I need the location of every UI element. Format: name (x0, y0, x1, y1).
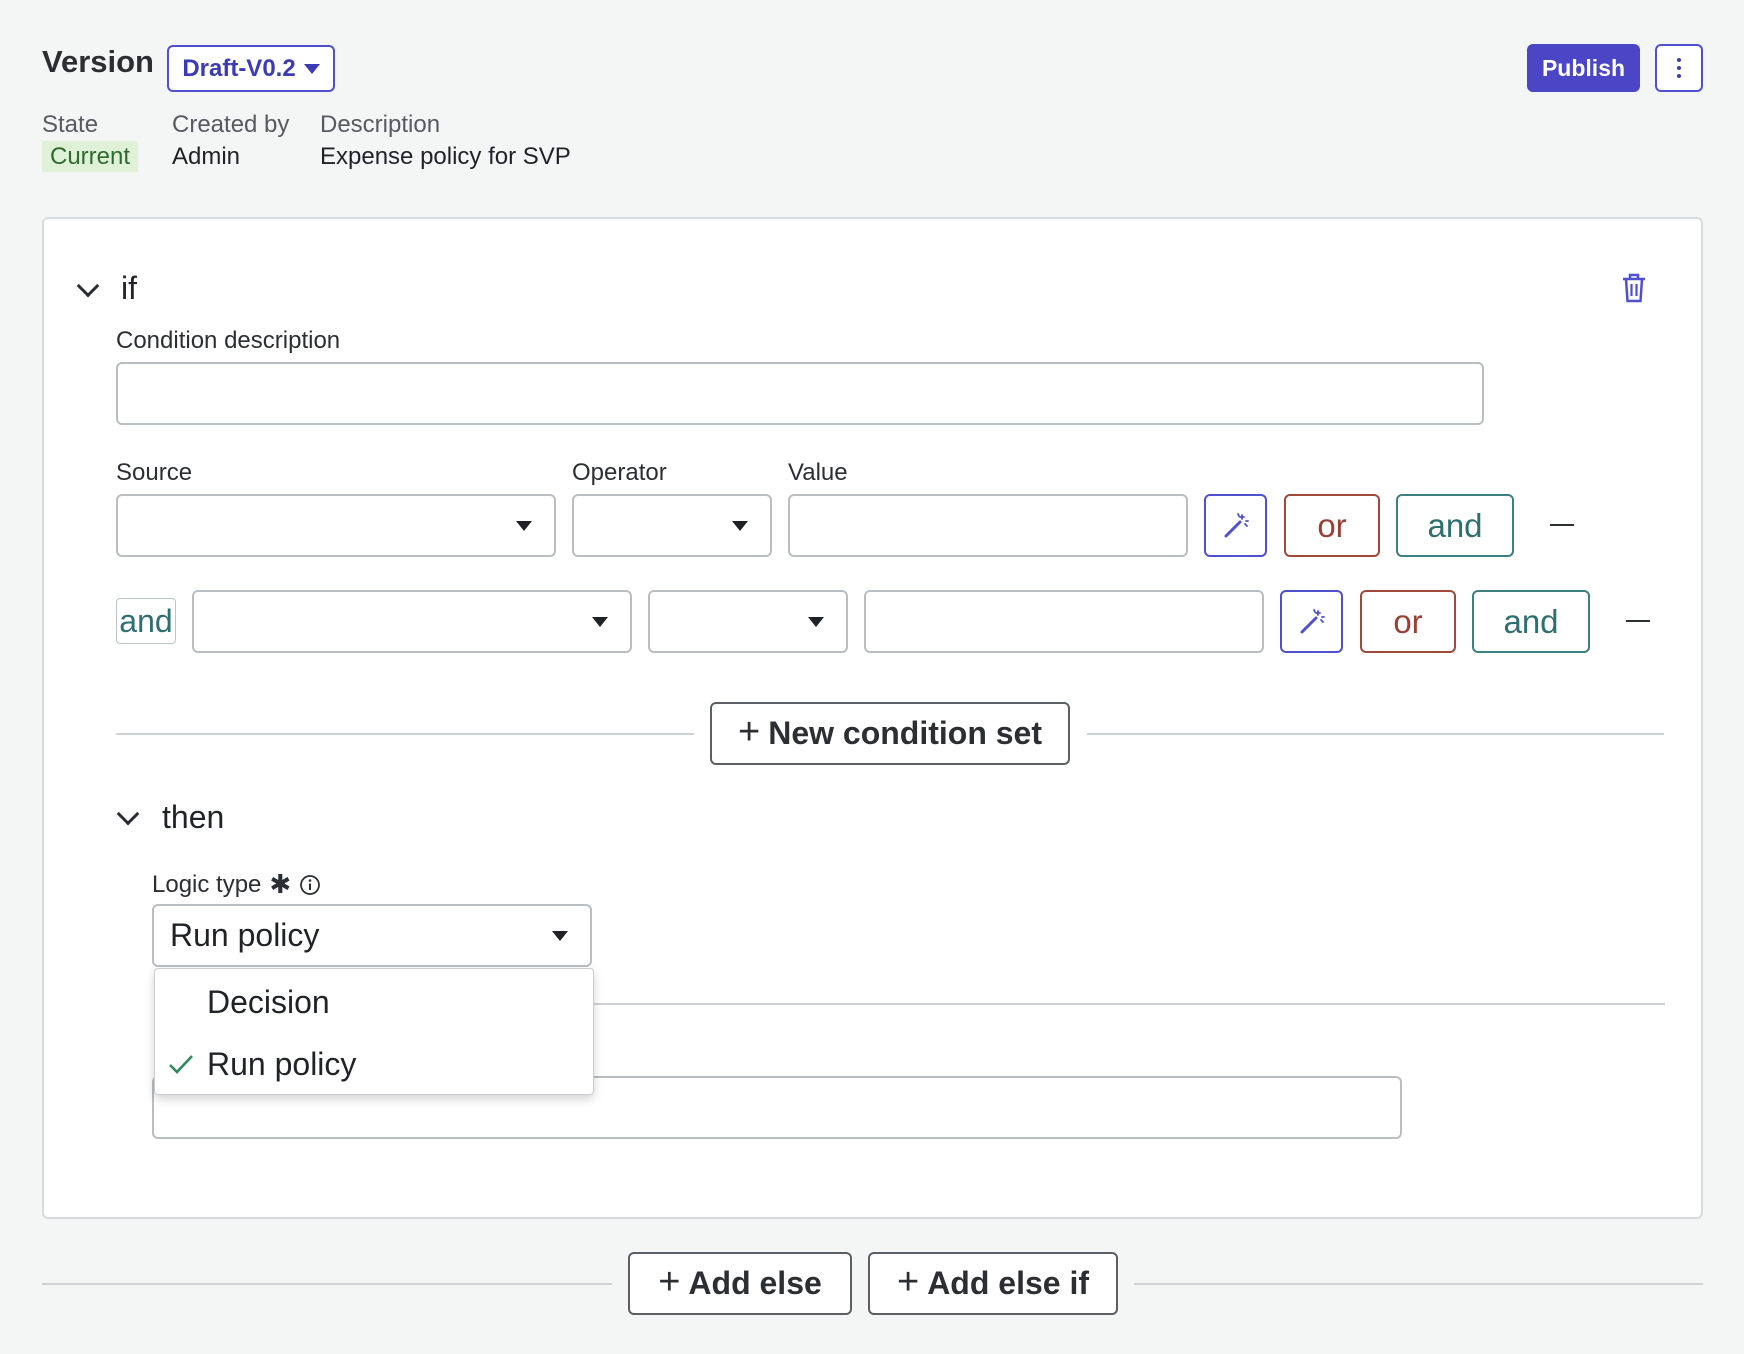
chevron-down-icon (76, 274, 100, 298)
created-by-label: Created by (172, 111, 290, 138)
required-asterisk-icon: ✱ (269, 869, 292, 899)
divider (116, 733, 694, 735)
source-select[interactable] (192, 590, 632, 653)
caret-down-icon (516, 520, 532, 531)
new-condition-set-button[interactable]: + New condition set (710, 702, 1070, 765)
logic-type-label: Logic type (152, 870, 262, 898)
menu-item-decision[interactable]: Decision (155, 971, 593, 1033)
magic-wand-icon (1300, 608, 1325, 633)
condition-description-input[interactable] (116, 362, 1484, 425)
logic-type-value: Run policy (170, 917, 320, 953)
divider (594, 1003, 1665, 1005)
caret-down-icon (732, 520, 748, 531)
minus-icon (1550, 524, 1574, 526)
created-by-value: Admin (172, 143, 241, 170)
caret-down-icon (808, 616, 824, 627)
add-and-condition-button[interactable]: and (1472, 590, 1590, 653)
caret-down-icon (552, 930, 568, 941)
state-value: Current (42, 141, 139, 172)
description-value: Expense policy for SVP (320, 143, 571, 170)
remove-condition-button[interactable] (1626, 609, 1656, 633)
if-collapse-toggle[interactable] (76, 274, 100, 298)
expression-builder-button[interactable] (1280, 590, 1343, 653)
operator-select[interactable] (572, 494, 772, 557)
plus-icon: + (896, 1260, 920, 1303)
caret-down-icon (592, 616, 608, 627)
info-icon[interactable] (299, 874, 321, 896)
more-vertical-icon (1677, 58, 1681, 78)
then-collapse-toggle[interactable] (116, 802, 140, 826)
operator-label: Operator (572, 459, 667, 486)
value-input[interactable] (788, 494, 1188, 557)
value-label: Value (788, 459, 848, 486)
logic-type-menu: Decision Run policy (154, 968, 594, 1095)
add-else-if-button[interactable]: + Add else if (868, 1252, 1118, 1315)
caret-down-icon (303, 63, 320, 74)
source-label: Source (116, 459, 193, 486)
magic-wand-icon (1224, 512, 1249, 537)
menu-item-label: Run policy (207, 1045, 357, 1082)
version-select[interactable]: Draft-V0.2 (167, 45, 335, 92)
divider (42, 1283, 612, 1285)
expression-builder-button[interactable] (1204, 494, 1267, 557)
menu-item-run-policy[interactable]: Run policy (155, 1033, 593, 1095)
divider (1087, 733, 1664, 735)
logic-type-select[interactable]: Run policy (152, 904, 592, 967)
plus-icon: + (658, 1260, 681, 1303)
condition-description-label: Condition description (116, 327, 341, 354)
trash-icon (1623, 273, 1645, 303)
condition-connector: and (116, 598, 176, 644)
add-else-label: Add else (688, 1265, 822, 1301)
value-input[interactable] (864, 590, 1264, 653)
checkmark-icon (155, 1053, 207, 1075)
add-and-condition-button[interactable]: and (1396, 494, 1514, 557)
add-or-condition-button[interactable]: or (1284, 494, 1380, 557)
new-condition-set-label: New condition set (768, 715, 1042, 751)
logic-type-label-row: Logic type ✱ (152, 869, 321, 900)
version-value: Draft-V0.2 (182, 54, 296, 82)
publish-button[interactable]: Publish (1527, 44, 1640, 92)
chevron-down-icon (116, 802, 140, 826)
minus-icon (1626, 620, 1650, 622)
divider (1134, 1283, 1703, 1285)
operator-select[interactable] (648, 590, 848, 653)
remove-condition-button[interactable] (1550, 513, 1580, 537)
state-badge: Current (42, 141, 139, 172)
if-title: if (121, 270, 137, 306)
description-label: Description (320, 111, 441, 138)
then-title: then (162, 799, 225, 835)
add-else-if-label: Add else if (927, 1265, 1089, 1301)
menu-item-label: Decision (207, 983, 330, 1020)
more-options-button[interactable] (1655, 44, 1703, 92)
add-or-condition-button[interactable]: or (1360, 590, 1456, 653)
add-else-button[interactable]: + Add else (628, 1252, 852, 1315)
version-label: Version (42, 44, 154, 79)
source-select[interactable] (116, 494, 556, 557)
state-label: State (42, 111, 99, 138)
delete-button[interactable] (1620, 272, 1648, 309)
plus-icon: + (738, 710, 761, 753)
